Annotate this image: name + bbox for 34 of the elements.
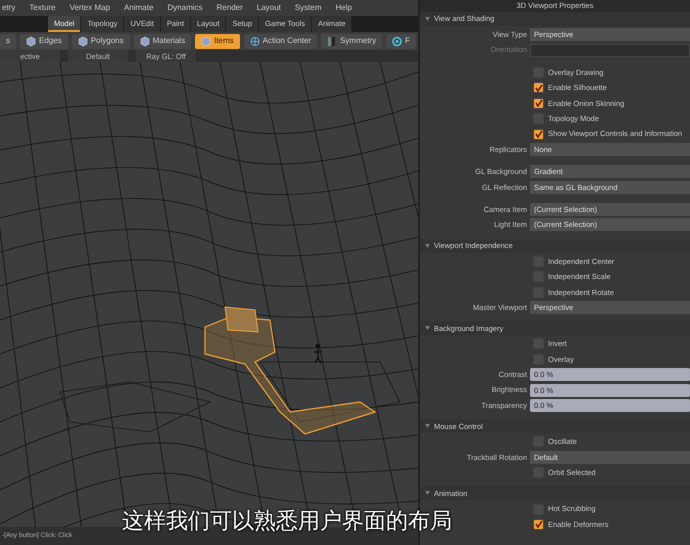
checkbox[interactable] bbox=[533, 128, 544, 140]
menu-item[interactable]: Texture bbox=[29, 2, 56, 14]
checkbox[interactable] bbox=[533, 98, 544, 109]
tool-button[interactable]: Polygons bbox=[72, 34, 130, 48]
tool-button[interactable]: Items bbox=[195, 34, 240, 48]
tool-button[interactable]: Action Center bbox=[244, 34, 318, 48]
menu-item[interactable]: etry bbox=[2, 2, 16, 14]
mirror-icon bbox=[327, 36, 338, 46]
crosshair-icon bbox=[250, 36, 260, 46]
menu-item[interactable]: Layout bbox=[256, 2, 281, 14]
expand-triangle-icon bbox=[425, 244, 430, 248]
cube-icon bbox=[26, 36, 36, 46]
menu-item[interactable]: Dynamics bbox=[167, 2, 203, 14]
cube-icon bbox=[201, 36, 212, 46]
figure-icon bbox=[313, 344, 323, 364]
cube-icon bbox=[140, 36, 150, 46]
menu-item[interactable]: System bbox=[294, 2, 322, 14]
menu-item[interactable]: Vertex Map bbox=[70, 2, 110, 14]
tool-button[interactable]: F bbox=[386, 34, 416, 48]
tool-button[interactable]: Edges bbox=[20, 34, 68, 48]
menu-item[interactable]: Animate bbox=[124, 2, 154, 14]
tool-button[interactable]: s bbox=[0, 34, 16, 48]
menu-item[interactable]: Help bbox=[335, 2, 352, 14]
tool-button[interactable]: Symmetry bbox=[321, 34, 382, 48]
checkbox[interactable] bbox=[533, 518, 544, 530]
tool-button[interactable]: Materials bbox=[134, 34, 192, 48]
ring-icon bbox=[392, 36, 402, 46]
checkbox[interactable] bbox=[533, 82, 544, 94]
menu-item[interactable]: Render bbox=[216, 2, 243, 14]
cube-icon bbox=[78, 36, 88, 46]
expand-triangle-icon bbox=[425, 491, 430, 496]
expand-triangle-icon bbox=[425, 326, 430, 330]
expand-triangle-icon bbox=[425, 17, 430, 21]
expand-triangle-icon bbox=[425, 424, 430, 428]
